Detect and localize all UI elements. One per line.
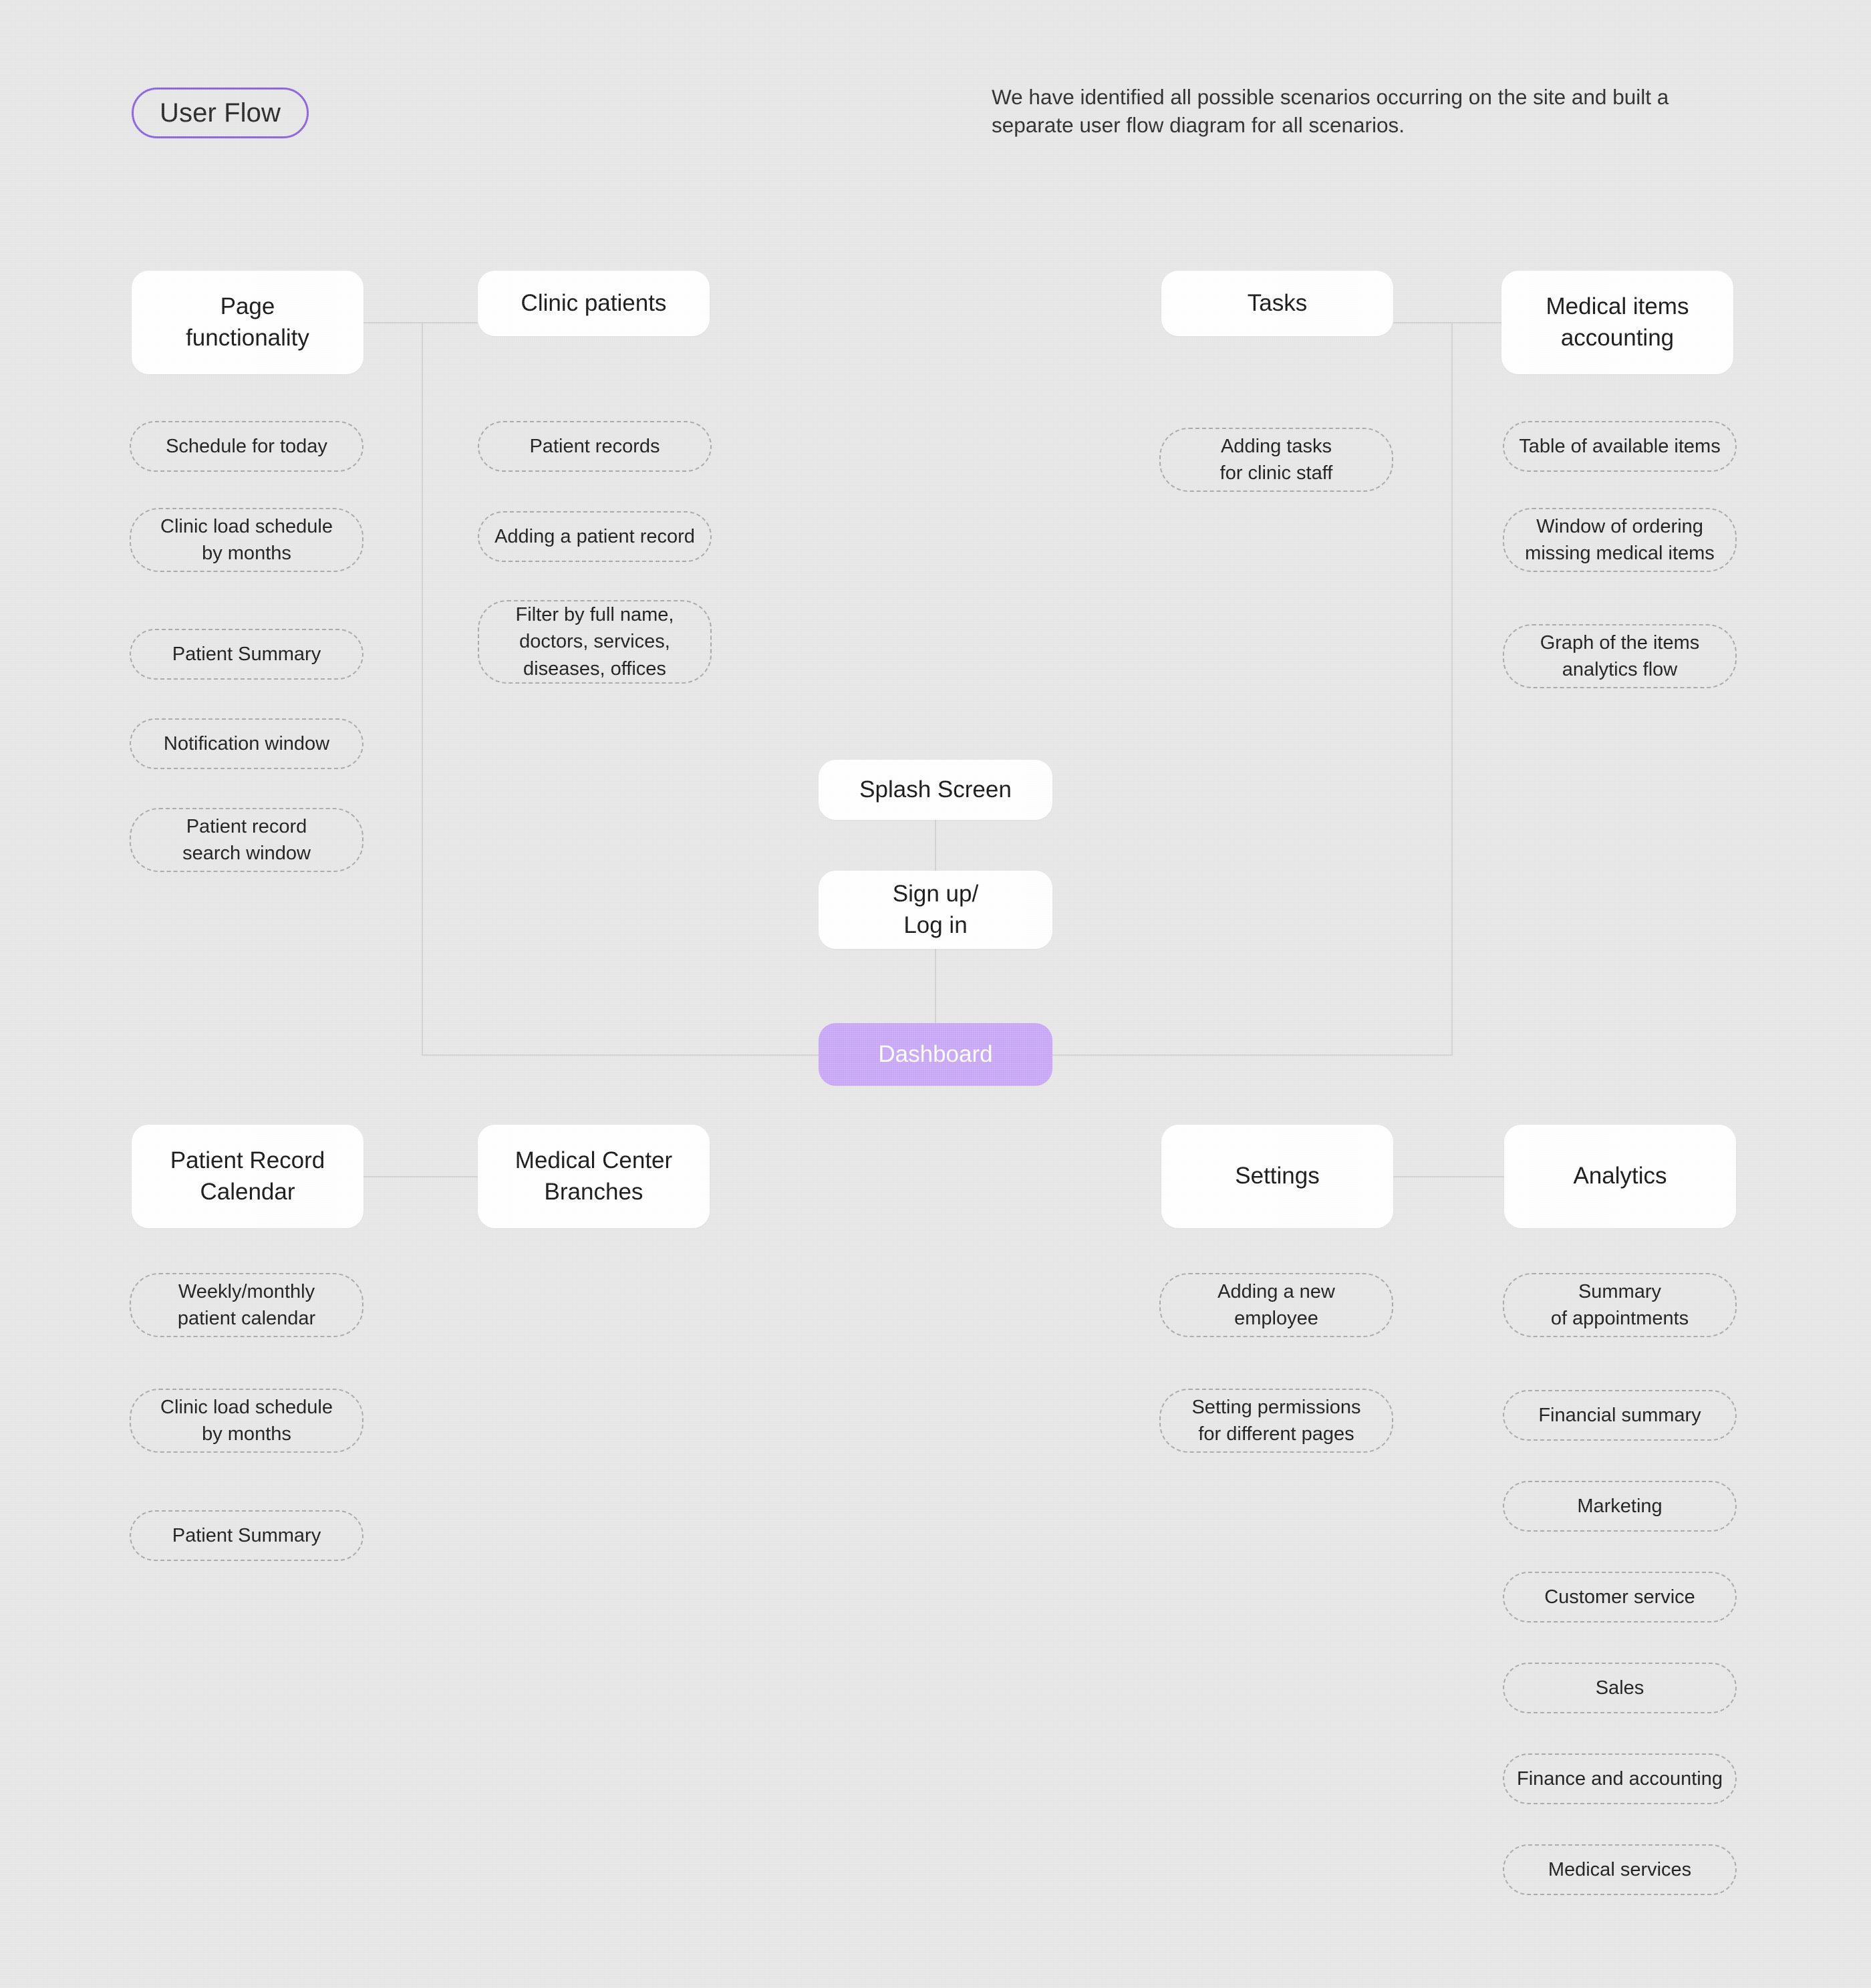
group-item-label: Finance and accounting [1517,1767,1723,1790]
connector-top-right-vertical [1451,322,1453,1054]
group-item-label: Clinic load schedule by months [160,515,333,564]
group-card-clinic-patients[interactable]: Clinic patients [478,271,710,336]
group-card-page-functionality[interactable]: Page functionality [132,271,364,374]
group-card-title: Medical Center Branches [515,1147,673,1205]
group-item-label: Clinic load schedule by months [160,1396,333,1445]
connector-top-right-horizontal [1393,322,1507,323]
group-item-patient-record-calendar-1[interactable]: Clinic load schedule by months [130,1389,364,1453]
group-item-label: Filter by full name, doctors, services, … [515,604,674,680]
group-item-analytics-0[interactable]: Summary of appointments [1503,1273,1737,1337]
group-item-label: Graph of the items analytics flow [1540,631,1700,680]
group-item-label: Patient Summary [172,1524,321,1546]
group-item-label: Patient Summary [172,643,321,665]
group-item-label: Setting permissions for different pages [1191,1396,1361,1445]
group-item-page-functionality-4[interactable]: Patient record search window [130,808,364,872]
group-item-analytics-1[interactable]: Financial summary [1503,1390,1737,1441]
connector-bottom-left-horizontal [363,1176,478,1177]
flow-node-splash-screen[interactable]: Splash Screen [819,760,1052,820]
group-item-label: Adding a new employee [1217,1280,1335,1329]
group-item-label: Schedule for today [166,435,327,457]
group-item-clinic-patients-1[interactable]: Adding a patient record [478,511,712,562]
group-item-settings-1[interactable]: Setting permissions for different pages [1159,1389,1393,1453]
connector-top-left-to-spine [422,1054,819,1056]
group-item-analytics-6[interactable]: Medical services [1503,1844,1737,1895]
group-item-label: Window of ordering missing medical items [1525,515,1715,564]
group-card-medical-items-accounting[interactable]: Medical items accounting [1501,271,1733,374]
group-card-title: Tasks [1247,289,1308,316]
group-card-medical-center-branches[interactable]: Medical Center Branches [478,1125,710,1228]
group-card-analytics[interactable]: Analytics [1504,1125,1736,1228]
group-card-title: Analytics [1573,1163,1667,1189]
group-item-label: Sales [1595,1677,1644,1699]
intro-description: We have identified all possible scenario… [992,85,1669,137]
connector-bottom-right-horizontal [1393,1176,1507,1177]
group-card-title: Settings [1235,1163,1320,1189]
group-item-medical-items-1[interactable]: Window of ordering missing medical items [1503,508,1737,572]
group-card-title: Clinic patients [521,289,667,316]
group-card-tasks[interactable]: Tasks [1161,271,1393,336]
flow-node-dashboard[interactable]: Dashboard [819,1023,1052,1086]
group-item-page-functionality-0[interactable]: Schedule for today [130,421,364,472]
group-card-title: Page functionality [186,293,309,351]
group-item-label: Table of available items [1519,435,1721,457]
group-item-tasks-0[interactable]: Adding tasks for clinic staff [1159,428,1393,492]
group-item-clinic-patients-2[interactable]: Filter by full name, doctors, services, … [478,600,712,684]
group-item-patient-record-calendar-0[interactable]: Weekly/monthly patient calendar [130,1273,364,1337]
group-item-analytics-3[interactable]: Customer service [1503,1572,1737,1622]
group-item-label: Weekly/monthly patient calendar [177,1280,316,1329]
group-item-label: Adding a patient record [494,525,695,547]
group-item-label: Adding tasks for clinic staff [1219,435,1333,484]
group-card-title: Medical items accounting [1546,293,1689,351]
group-item-analytics-2[interactable]: Marketing [1503,1481,1737,1532]
group-item-settings-0[interactable]: Adding a new employee [1159,1273,1393,1337]
connector-top-left-vertical [422,322,423,1054]
group-item-patient-record-calendar-2[interactable]: Patient Summary [130,1510,364,1561]
group-item-label: Financial summary [1538,1404,1701,1426]
group-item-medical-items-0[interactable]: Table of available items [1503,421,1737,472]
flow-node-label: Dashboard [878,1040,993,1067]
group-item-label: Medical services [1548,1858,1692,1880]
group-item-clinic-patients-0[interactable]: Patient records [478,421,712,472]
group-item-analytics-4[interactable]: Sales [1503,1663,1737,1713]
group-card-settings[interactable]: Settings [1161,1125,1393,1228]
group-item-page-functionality-1[interactable]: Clinic load schedule by months [130,508,364,572]
group-item-label: Patient records [529,435,660,457]
group-card-title: Patient Record Calendar [170,1147,325,1205]
user-flow-badge-label: User Flow [160,98,281,128]
group-item-label: Customer service [1544,1586,1695,1608]
group-item-label: Summary of appointments [1550,1280,1689,1329]
flow-node-signup-login[interactable]: Sign up/ Log in [819,871,1052,949]
group-item-label: Patient record search window [182,815,311,864]
group-card-patient-record-calendar[interactable]: Patient Record Calendar [132,1125,364,1228]
flow-node-label: Splash Screen [859,776,1012,803]
group-item-analytics-5[interactable]: Finance and accounting [1503,1753,1737,1804]
connector-top-left-horizontal [363,322,478,323]
user-flow-badge: User Flow [132,88,309,138]
group-item-medical-items-2[interactable]: Graph of the items analytics flow [1503,624,1737,688]
group-item-label: Marketing [1577,1495,1663,1517]
flow-node-label: Sign up/ Log in [892,881,979,938]
connector-top-right-to-spine [1052,1054,1453,1056]
group-item-page-functionality-2[interactable]: Patient Summary [130,629,364,680]
group-item-page-functionality-3[interactable]: Notification window [130,718,364,769]
group-item-label: Notification window [163,732,330,754]
